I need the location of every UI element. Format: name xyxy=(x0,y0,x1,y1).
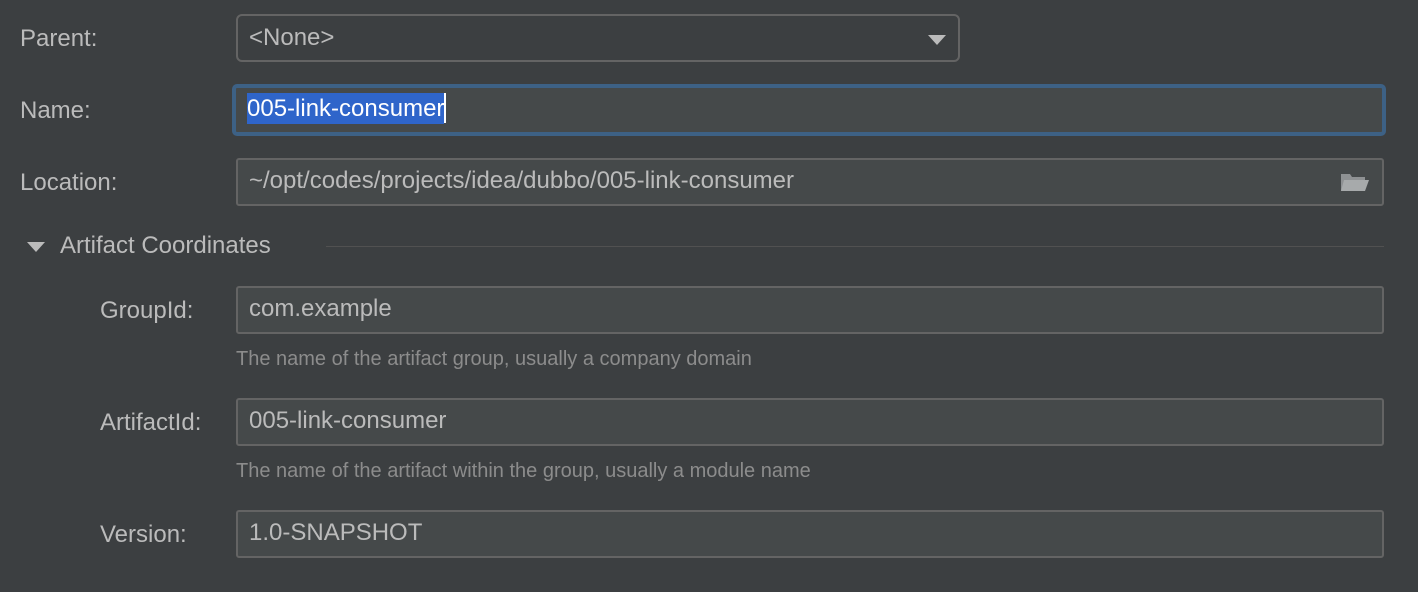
parent-dropdown[interactable]: <None> xyxy=(236,14,960,62)
artifact-section-title[interactable]: Artifact Coordinates xyxy=(60,232,271,260)
collapse-triangle-icon[interactable] xyxy=(27,242,45,252)
artifact-id-input[interactable]: 005-link-consumer xyxy=(236,398,1384,446)
group-id-label: GroupId: xyxy=(100,297,194,324)
location-input-value: ~/opt/codes/projects/idea/dubbo/005-link… xyxy=(249,167,794,194)
location-input[interactable]: ~/opt/codes/projects/idea/dubbo/005-link… xyxy=(236,158,1384,206)
location-label: Location: xyxy=(20,169,118,196)
version-label: Version: xyxy=(100,521,187,548)
name-input-value: 005-link-consumer xyxy=(247,93,445,124)
name-label: Name: xyxy=(20,97,91,124)
artifact-id-input-value: 005-link-consumer xyxy=(249,407,447,434)
artifact-id-hint: The name of the artifact within the grou… xyxy=(236,460,811,482)
parent-label: Parent: xyxy=(20,25,98,52)
text-caret xyxy=(444,92,447,123)
folder-icon[interactable] xyxy=(1340,171,1370,193)
chevron-down-icon[interactable] xyxy=(928,35,946,45)
name-input[interactable]: 005-link-consumer xyxy=(234,86,1384,134)
group-id-input[interactable]: com.example xyxy=(236,286,1384,334)
group-id-hint: The name of the artifact group, usually … xyxy=(236,348,752,370)
version-input-value: 1.0-SNAPSHOT xyxy=(249,519,423,546)
version-input[interactable]: 1.0-SNAPSHOT xyxy=(236,510,1384,558)
artifact-id-label: ArtifactId: xyxy=(100,409,202,436)
section-divider xyxy=(326,246,1384,247)
group-id-input-value: com.example xyxy=(249,295,392,322)
parent-dropdown-value: <None> xyxy=(249,24,335,51)
